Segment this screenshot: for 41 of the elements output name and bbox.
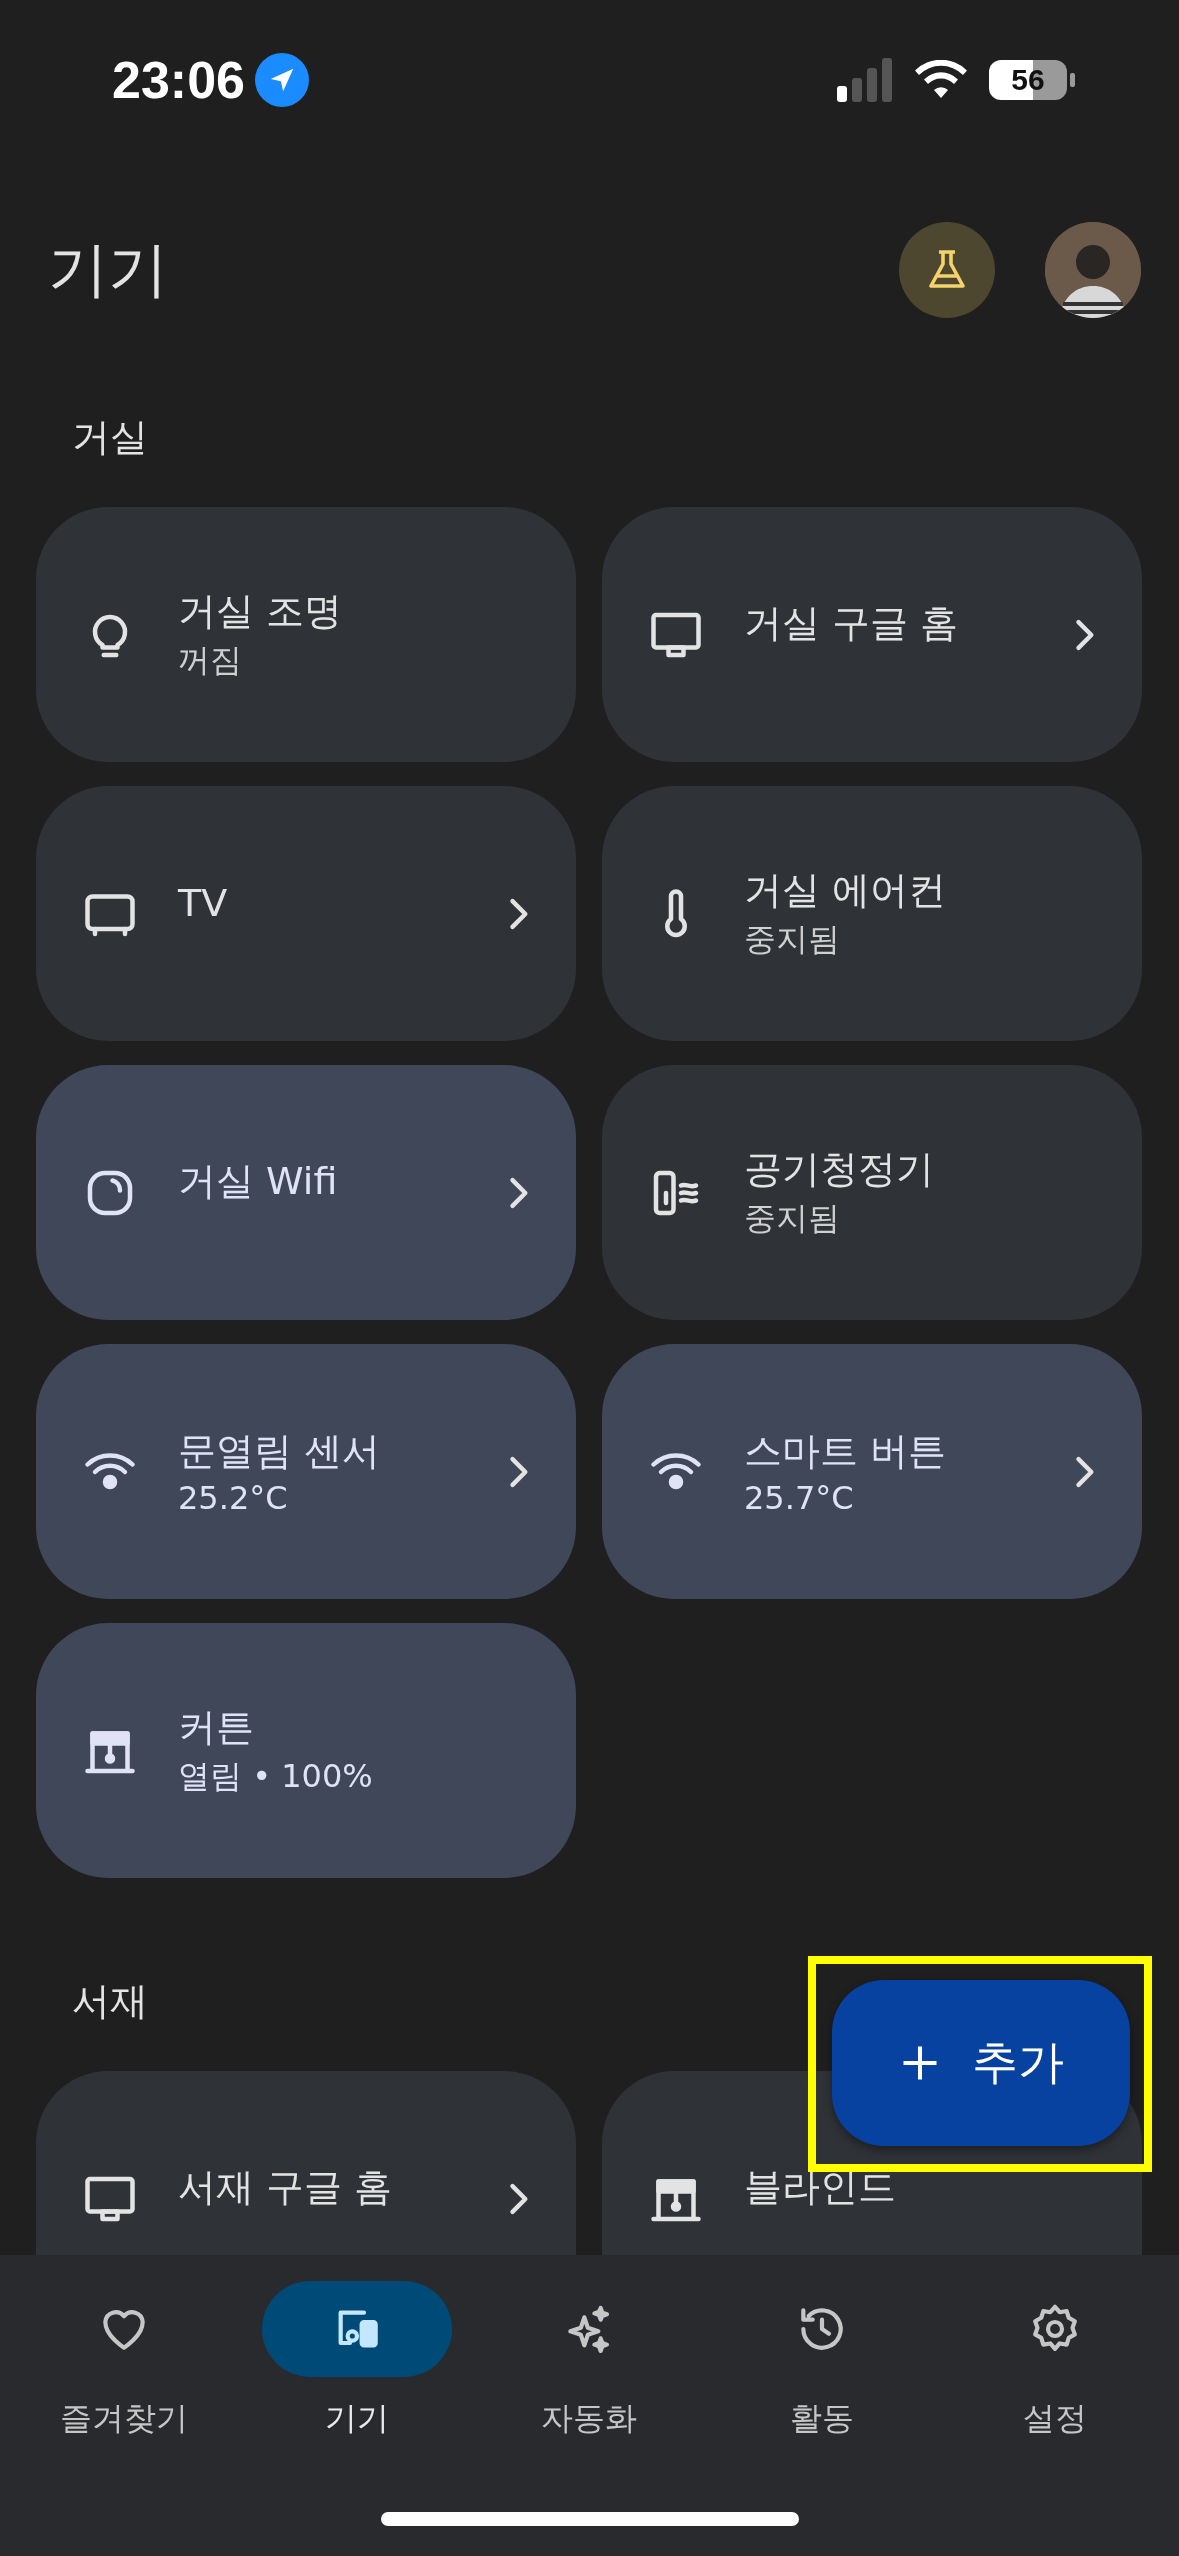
location-icon [255,53,309,107]
device-name: 스마트 버튼 [744,1428,948,1475]
device-name: 커튼 [178,1704,255,1751]
device-tile[interactable]: 커튼 열림 • 100% [36,1623,576,1878]
device-status: 꺼짐 [178,640,243,681]
section-title: 거실 [72,414,148,461]
device-name: TV [178,880,229,925]
device-tile[interactable]: 서재 구글 홈 [36,2071,576,2255]
device-tile[interactable]: 거실 구글 홈 [602,507,1142,762]
status-time: 23:06 [112,50,245,110]
nav-tab[interactable]: 활동 [705,2281,939,2441]
nav-tab[interactable]: 설정 [938,2281,1171,2441]
battery-level: 56 [989,60,1067,100]
device-status: 25.2°C [178,1479,289,1517]
nav-tab[interactable]: 즐겨찾기 [8,2281,241,2441]
add-button[interactable]: 추가 [832,1980,1130,2146]
nav-tab[interactable]: 기기 [240,2281,474,2441]
device-status: 중지됨 [744,1198,841,1239]
device-status: 25.7°C [744,1479,855,1517]
page-title: 기기 [48,232,168,306]
signal-icon [837,58,893,102]
device-name: 거실 조명 [178,588,344,635]
device-tile[interactable]: 문열림 센서 25.2°C [36,1344,576,1599]
device-name: 서재 구글 홈 [178,2164,394,2211]
device-tile[interactable]: 거실 에어컨 중지됨 [602,786,1142,1041]
device-name: 거실 구글 홈 [744,600,960,647]
device-name: 거실 에어컨 [744,867,948,914]
device-name: 문열림 센서 [178,1428,382,1475]
device-tile[interactable]: 공기청정기 중지됨 [602,1065,1142,1320]
device-tile[interactable]: TV [36,786,576,1041]
device-name: 공기청정기 [744,1146,935,1193]
wifi-icon [915,60,967,100]
device-name: 블라인드 [744,2164,897,2211]
device-tile[interactable]: 스마트 버튼 25.7°C [602,1344,1142,1599]
device-status: 열림 • 100% [178,1756,374,1797]
section-title: 서재 [72,1978,148,2025]
nav-tab[interactable]: 자동화 [473,2281,706,2441]
device-tile[interactable]: 거실 조명 꺼짐 [36,507,576,762]
device-tile[interactable]: 거실 Wifi [36,1065,576,1320]
device-status: 중지됨 [744,919,841,960]
device-name: 거실 Wifi [178,1158,339,1205]
